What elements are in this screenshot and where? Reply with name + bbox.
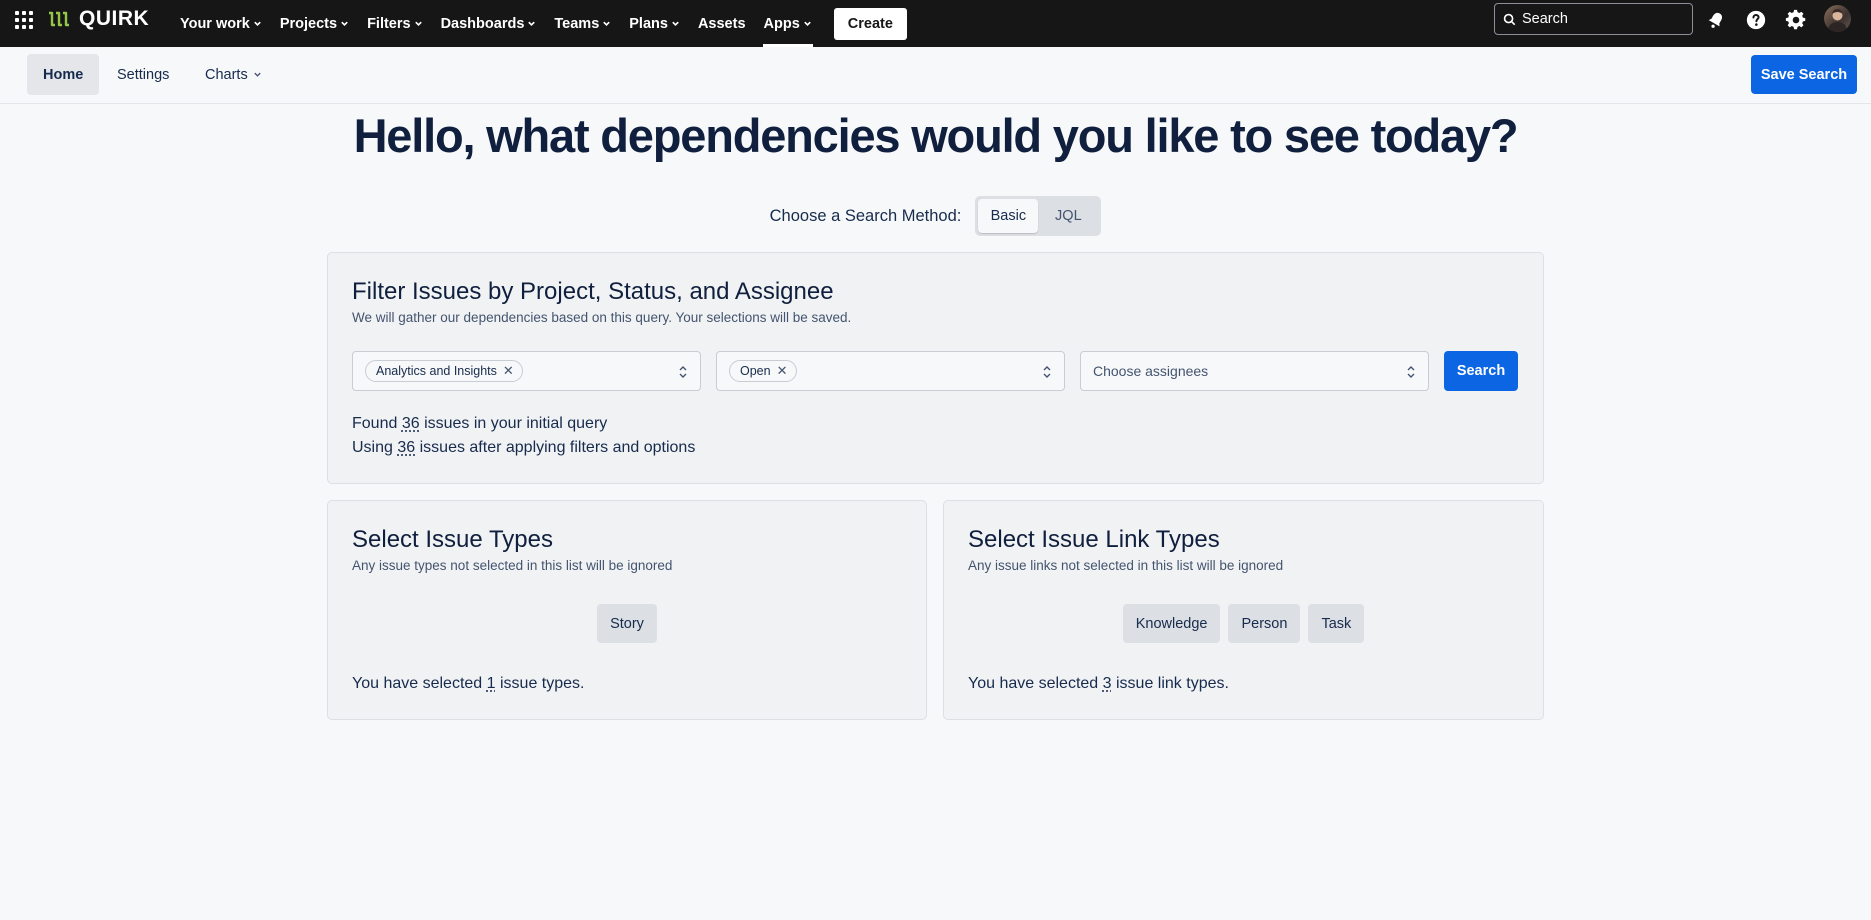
issue-link-types-card: Select Issue Link Types Any issue links … (943, 500, 1544, 720)
link-type-knowledge[interactable]: Knowledge (1122, 604, 1221, 643)
primary-nav: Your work Projects Filters Dashboards Te… (171, 0, 907, 47)
stat-text: You have selected (968, 675, 1099, 692)
nav-teams[interactable]: Teams (545, 0, 620, 47)
user-avatar[interactable] (1824, 5, 1851, 32)
help-icon[interactable] (1744, 8, 1768, 32)
logo[interactable]: QUIRK (48, 7, 150, 30)
nav-dashboards[interactable]: Dashboards (432, 0, 546, 47)
stat-text: Using (352, 439, 393, 456)
chevron-down-icon (803, 21, 811, 26)
chevron-down-icon (603, 21, 611, 26)
nav-label: Assets (697, 15, 746, 32)
nav-label: Projects (279, 15, 338, 32)
nav-label: Dashboards (440, 15, 525, 32)
top-navigation: QUIRK Your work Projects Filters Dashboa… (0, 0, 1871, 47)
remove-chip-icon[interactable]: ✕ (777, 363, 788, 379)
search-icon (1503, 13, 1516, 25)
chevron-down-icon (414, 21, 422, 26)
stat-text: issues in your initial query (424, 415, 608, 432)
chip-label: Open (740, 364, 771, 378)
issue-types-card: Select Issue Types Any issue types not s… (327, 500, 927, 720)
logo-mark-icon (49, 11, 69, 27)
chevron-down-icon (254, 72, 261, 77)
select-arrows-icon (679, 366, 687, 378)
using-count: 36 (397, 439, 416, 456)
nav-label: Teams (554, 15, 600, 32)
search-input[interactable] (1522, 11, 1682, 27)
tab-home[interactable]: Home (27, 54, 100, 95)
nav-projects[interactable]: Projects (271, 0, 358, 47)
card-subtitle: Any issue types not selected in this lis… (352, 558, 673, 573)
page-title: Hello, what dependencies would you like … (353, 109, 1519, 162)
selected-link-types-count: 3 (1102, 675, 1112, 692)
nav-filters[interactable]: Filters (358, 0, 432, 47)
chevron-down-icon (672, 21, 679, 26)
tab-label: Home (43, 66, 84, 83)
card-subtitle: We will gather our dependencies based on… (352, 310, 852, 325)
nav-label: Filters (367, 15, 411, 32)
card-title: Select Issue Types (352, 526, 553, 553)
stat-text: issue types. (500, 675, 585, 692)
found-count: 36 (401, 415, 420, 432)
project-select[interactable]: Analytics and Insights ✕ (352, 351, 701, 391)
create-button[interactable]: Create (833, 7, 907, 40)
nav-label: Plans (629, 15, 668, 32)
nav-your-work[interactable]: Your work (171, 0, 271, 47)
link-type-person[interactable]: Person (1228, 604, 1301, 643)
card-subtitle: Any issue links not selected in this lis… (968, 558, 1284, 573)
status-chip: Open ✕ (729, 360, 797, 382)
global-search[interactable] (1494, 3, 1693, 35)
select-arrows-icon (1043, 366, 1051, 378)
assignee-placeholder: Choose assignees (1093, 363, 1209, 379)
selected-types-text: You have selected 1 issue types. (352, 675, 584, 693)
nav-label: Your work (180, 15, 250, 32)
method-jql-option[interactable]: JQL (1038, 199, 1098, 233)
status-select[interactable]: Open ✕ (716, 351, 1065, 391)
using-issues-text: Using 36 issues after applying filters a… (352, 439, 695, 457)
assignee-select[interactable]: Choose assignees (1080, 351, 1429, 391)
chip-label: Analytics and Insights (376, 364, 497, 378)
app-switcher-icon[interactable] (15, 11, 33, 29)
card-title: Select Issue Link Types (968, 526, 1220, 553)
chevron-down-icon (254, 21, 261, 26)
search-method-row: Choose a Search Method: Basic JQL (0, 196, 1871, 236)
remove-chip-icon[interactable]: ✕ (503, 363, 514, 379)
link-type-options: Knowledge Person Task (944, 604, 1543, 643)
search-method-label: Choose a Search Method: (769, 206, 962, 225)
chevron-down-icon (528, 21, 536, 26)
card-title: Filter Issues by Project, Status, and As… (352, 278, 834, 305)
selected-link-types-text: You have selected 3 issue link types. (968, 675, 1229, 693)
stat-text: issue link types. (1116, 675, 1229, 692)
save-search-button[interactable]: Save Search (1751, 55, 1857, 94)
stat-text: You have selected (352, 675, 483, 692)
issue-type-story[interactable]: Story (597, 604, 657, 643)
selected-types-count: 1 (486, 675, 496, 692)
issue-type-options: Story (328, 604, 926, 643)
tab-label: Settings (117, 66, 170, 83)
search-button[interactable]: Search (1444, 351, 1518, 391)
settings-gear-icon[interactable] (1784, 8, 1808, 32)
nav-assets[interactable]: Assets (689, 0, 755, 47)
sub-navigation: Home Settings Charts Save Search (0, 47, 1871, 104)
chevron-down-icon (341, 21, 348, 26)
logo-text: QUIRK (79, 7, 150, 30)
link-type-task[interactable]: Task (1308, 604, 1365, 643)
nav-label: Apps (763, 15, 800, 32)
tab-label: Charts (205, 66, 248, 83)
nav-plans[interactable]: Plans (620, 0, 689, 47)
search-method-toggle: Basic JQL (975, 196, 1102, 236)
found-issues-text: Found 36 issues in your initial query (352, 415, 607, 433)
tab-settings[interactable]: Settings (101, 54, 185, 95)
select-arrows-icon (1407, 366, 1415, 378)
project-chip: Analytics and Insights ✕ (365, 360, 523, 382)
filter-issues-card: Filter Issues by Project, Status, and As… (327, 252, 1544, 484)
stat-text: Found (352, 415, 398, 432)
tab-charts[interactable]: Charts (189, 54, 278, 95)
method-basic-option[interactable]: Basic (978, 199, 1039, 233)
stat-text: issues after applying filters and option… (419, 439, 696, 456)
nav-apps[interactable]: Apps (755, 0, 821, 47)
notifications-icon[interactable] (1704, 8, 1728, 32)
